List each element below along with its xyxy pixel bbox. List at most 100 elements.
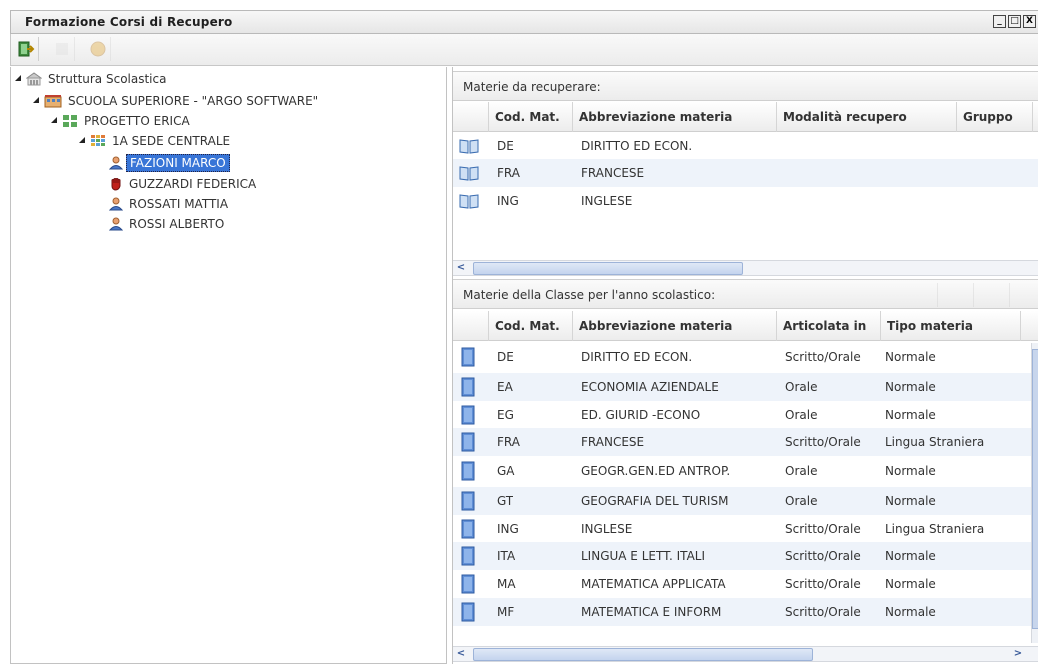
table-row[interactable]: EG ED. GIURID -ECONO Orale Normale	[453, 401, 1038, 429]
hand-icon	[111, 178, 121, 191]
cell-name: FRANCESE	[581, 166, 645, 180]
scroll-thumb[interactable]	[473, 262, 743, 275]
cell-articulation: Scritto/Orale	[785, 350, 861, 364]
cell-name: INGLESE	[581, 522, 633, 536]
section-action-button[interactable]	[1009, 283, 1033, 307]
exit-icon	[18, 41, 34, 57]
tree-root-label: Struttura Scolastica	[48, 72, 167, 86]
classsubjects-hscrollbar[interactable]: < >	[453, 646, 1038, 662]
recover-section-title: Materie da recuperare:	[463, 80, 601, 94]
toolbar-coin-button[interactable]	[85, 37, 111, 61]
tree-student-label: ROSSI ALBERTO	[129, 217, 225, 231]
section-action-button[interactable]	[973, 283, 997, 307]
user-icon	[109, 156, 123, 170]
cell-code: FRA	[497, 166, 520, 180]
column-header-mode[interactable]: Modalità recupero	[777, 102, 957, 132]
table-row[interactable]: FRA FRANCESE Scritto/Orale Lingua Straniera	[453, 428, 1038, 456]
cell-type: Normale	[885, 577, 936, 591]
column-header-code[interactable]: Cod. Mat.	[489, 311, 573, 341]
column-header-group[interactable]: Gruppo	[957, 102, 1033, 132]
minimize-button[interactable]: _	[993, 15, 1006, 28]
document-icon	[461, 491, 475, 511]
school-icon	[44, 95, 62, 108]
table-row[interactable]: DE DIRITTO ED ECON. Scritto/Orale Normale	[453, 343, 1038, 371]
column-header-name[interactable]: Abbreviazione materia	[573, 311, 777, 341]
cell-code: ING	[497, 194, 519, 208]
tree-student-item[interactable]: ROSSATI MATTIA	[109, 194, 231, 214]
section-action-button[interactable]	[937, 283, 961, 307]
tree-class-label: 1A SEDE CENTRALE	[112, 134, 231, 148]
building-icon	[26, 72, 42, 86]
cell-name: ED. GIURID -ECONO	[581, 408, 701, 422]
tree-node-root[interactable]: Struttura Scolastica	[15, 69, 169, 89]
tree-student-item[interactable]: FAZIONI MARCO	[109, 153, 230, 173]
column-header-icon	[453, 311, 489, 341]
table-row[interactable]: MA MATEMATICA APPLICATA Scritto/Orale Norma…	[453, 570, 1038, 598]
close-button[interactable]: X	[1023, 15, 1036, 28]
tree-student-label: GUZZARDI FEDERICA	[129, 177, 257, 191]
expander-icon[interactable]	[79, 137, 87, 145]
table-row[interactable]: MF MATEMATICA E INFORM Scritto/Orale Normal…	[453, 598, 1038, 626]
recover-hscrollbar[interactable]: <	[453, 260, 1038, 276]
scroll-left-button[interactable]: <	[454, 262, 468, 275]
cell-name: DIRITTO ED ECON.	[581, 139, 693, 153]
cell-articulation: Orale	[785, 380, 818, 394]
column-header-code[interactable]: Cod. Mat.	[489, 102, 573, 132]
cell-articulation: Orale	[785, 464, 818, 478]
column-header-icon	[453, 102, 489, 132]
expander-icon[interactable]	[33, 97, 41, 105]
tree-node-school[interactable]: SCUOLA SUPERIORE - "ARGO SOFTWARE"	[33, 91, 321, 111]
window-title: Formazione Corsi di Recupero	[25, 15, 233, 29]
scroll-thumb[interactable]	[473, 648, 813, 661]
cell-code: ING	[497, 522, 519, 536]
classsubjects-section-title: Materie della Classe per l'anno scolasti…	[463, 288, 716, 302]
tree-node-class[interactable]: 1A SEDE CENTRALE	[79, 131, 233, 151]
cell-code: FRA	[497, 435, 520, 449]
document-icon	[461, 546, 475, 566]
table-row[interactable]: EA ECONOMIA AZIENDALE Orale Normale	[453, 373, 1038, 401]
classsubjects-vscrollbar[interactable]	[1031, 343, 1038, 643]
cell-name: GEOGRAFIA DEL TURISM	[581, 494, 729, 508]
window-titlebar: Formazione Corsi di Recupero _ □ X	[10, 10, 1038, 34]
blank-icon	[55, 43, 68, 55]
column-header-name[interactable]: Abbreviazione materia	[573, 102, 777, 132]
table-row[interactable]: ITA LINGUA E LETT. ITALI Scritto/Orale Norm…	[453, 542, 1038, 570]
toolbar-blank-button[interactable]	[49, 37, 75, 61]
document-icon	[461, 347, 475, 367]
maximize-button[interactable]: □	[1008, 15, 1021, 28]
tree-node-project[interactable]: PROGETTO ERICA	[51, 111, 193, 131]
table-row[interactable]: FRA FRANCESE	[453, 159, 1038, 187]
table-row[interactable]: DE DIRITTO ED ECON.	[453, 133, 1038, 159]
table-row[interactable]: GT GEOGRAFIA DEL TURISM Orale Normale	[453, 487, 1038, 515]
vscroll-thumb[interactable]	[1032, 349, 1038, 629]
cell-articulation: Orale	[785, 408, 818, 422]
cell-name: INGLESE	[581, 194, 633, 208]
tree-student-label: ROSSATI MATTIA	[129, 197, 229, 211]
document-icon	[461, 405, 475, 425]
cell-type: Lingua Straniera	[885, 522, 985, 536]
scroll-left-button[interactable]: <	[454, 648, 468, 661]
classsubjects-grid-header: Cod. Mat. Abbreviazione materia Articola…	[453, 311, 1038, 341]
recover-section-header: Materie da recuperare:	[453, 71, 1038, 101]
cell-articulation: Scritto/Orale	[785, 549, 861, 563]
cell-articulation: Scritto/Orale	[785, 605, 861, 619]
cell-type: Normale	[885, 464, 936, 478]
column-header-type[interactable]: Tipo materia	[881, 311, 1021, 341]
cell-code: MA	[497, 577, 516, 591]
cell-type: Lingua Straniera	[885, 435, 985, 449]
expander-icon[interactable]	[51, 117, 59, 125]
cell-type: Normale	[885, 408, 936, 422]
tree-student-item[interactable]: GUZZARDI FEDERICA	[109, 174, 259, 194]
class-icon	[91, 135, 105, 146]
scroll-right-button[interactable]: >	[1011, 648, 1025, 661]
table-row[interactable]: ING INGLESE Scritto/Orale Lingua Straniera	[453, 515, 1038, 543]
exit-button[interactable]	[13, 37, 39, 61]
tree-student-item[interactable]: ROSSI ALBERTO	[109, 214, 227, 234]
book-icon	[459, 139, 479, 154]
column-header-articulation[interactable]: Articolata in	[777, 311, 881, 341]
expander-icon[interactable]	[15, 75, 23, 83]
cell-code: ITA	[497, 549, 516, 563]
table-row[interactable]: GA GEOGR.GEN.ED ANTROP. Orale Normale	[453, 457, 1038, 485]
recover-grid-header: Cod. Mat. Abbreviazione materia Modalità…	[453, 102, 1038, 132]
table-row[interactable]: ING INGLESE	[453, 187, 1038, 215]
